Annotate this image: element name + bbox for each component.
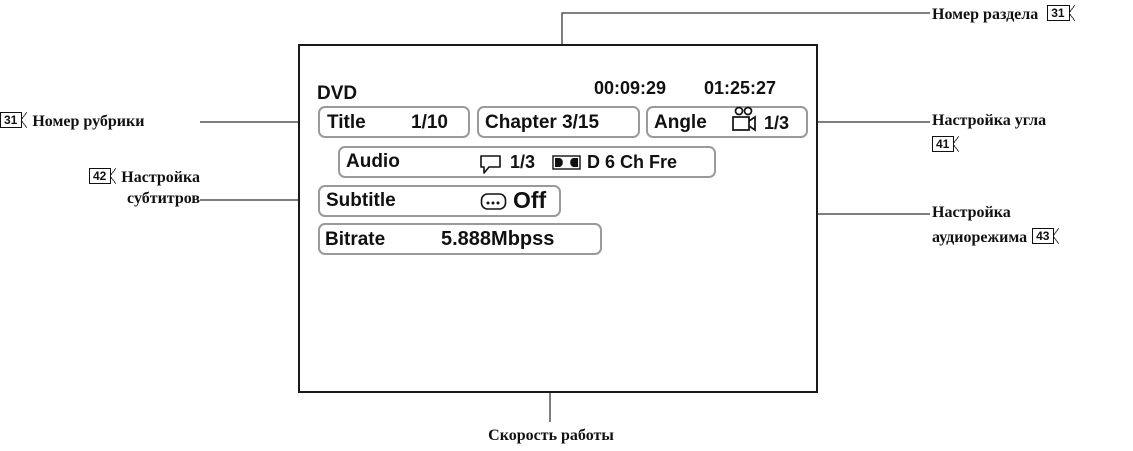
reference-box: 43 (1032, 227, 1060, 244)
callout-bitrate: Скорость работы (488, 427, 614, 444)
subtitle-value: Off (513, 187, 547, 213)
total-time: 01:25:27 (704, 78, 777, 98)
elapsed-time: 00:09:29 (594, 78, 667, 98)
callout-subtitle-setting: 42 Настройка субтитров (0, 168, 200, 210)
reference-box: 31 (1047, 5, 1076, 21)
callout-chapter-number: Номер раздела 31 (932, 5, 1076, 26)
speech-bubble-icon (480, 155, 501, 174)
bitrate-label: Bitrate (325, 229, 386, 250)
bitrate-value: 5.888Mbpss (441, 228, 555, 250)
title-value: 1/10 (411, 112, 448, 133)
subtitle-icon (480, 193, 507, 210)
title-label: Title (327, 112, 366, 133)
angle-value: 1/3 (764, 113, 790, 133)
callout-audio-setting: Настройка аудиорежима 43 (932, 203, 1060, 249)
angle-label: Angle (654, 112, 707, 133)
dvd-display-diagram: DVD 00:09:29 01:25:27 Title 1/10 Chapter… (0, 0, 1133, 451)
disc-type: DVD (317, 83, 358, 104)
chapter-label: Chapter 3/15 (485, 112, 600, 133)
reference-box: 31 (0, 112, 28, 128)
callout-angle-setting: Настройка угла 41 (932, 112, 1047, 152)
audio-label: Audio (346, 151, 400, 172)
reference-box: 42 (88, 168, 117, 184)
audio-track: 1/3 (510, 152, 536, 172)
reference-box: 41 (932, 135, 960, 152)
callout-title-number: 31 Номер рубрики (0, 112, 200, 133)
subtitle-label: Subtitle (326, 190, 396, 211)
camera-angle-icon (732, 106, 756, 132)
audio-format: D 6 Ch Fre (587, 152, 678, 172)
dolby-digital-icon (552, 155, 581, 170)
